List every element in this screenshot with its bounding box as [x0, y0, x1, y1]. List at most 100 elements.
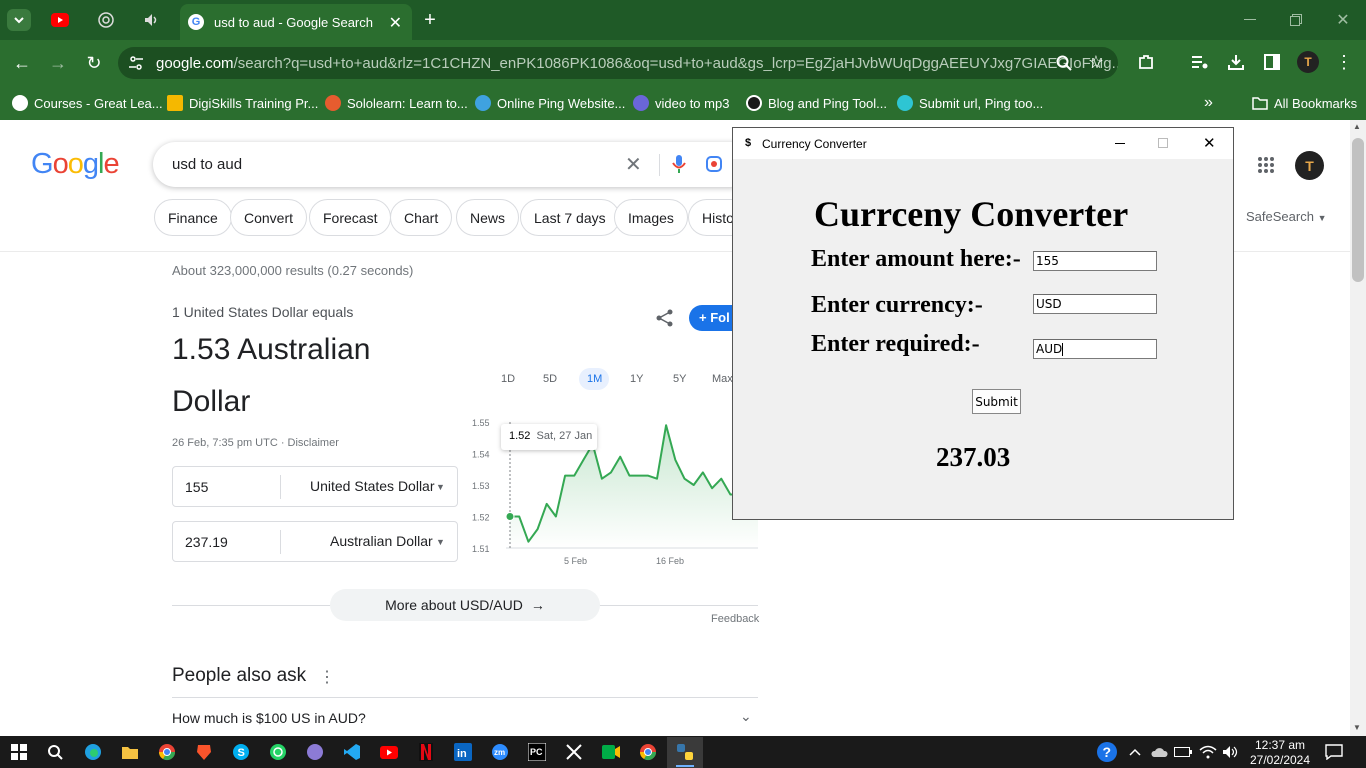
more-options-icon[interactable]: ⋮ — [319, 667, 335, 687]
dropdown-arrow-icon[interactable]: ▼ — [436, 537, 445, 547]
file-explorer-icon[interactable] — [117, 740, 143, 764]
minimize-icon[interactable] — [1240, 10, 1260, 30]
site-info-icon[interactable] — [128, 55, 144, 71]
chrome-taskbar-icon[interactable] — [154, 740, 180, 764]
bookmark-item[interactable]: Submit url, Ping too... — [897, 93, 1043, 113]
bookmark-star-icon[interactable]: ☆ — [1086, 52, 1106, 72]
youtube-taskbar-icon[interactable] — [376, 740, 402, 764]
bookmark-item[interactable]: Blog and Ping Tool... — [746, 93, 887, 113]
close-window-icon[interactable]: ✕ — [1333, 10, 1353, 30]
battery-icon[interactable] — [1170, 740, 1196, 764]
clear-search-icon[interactable]: ✕ — [625, 152, 642, 177]
chip-convert[interactable]: Convert — [230, 199, 308, 236]
media-controls-icon[interactable] — [1190, 52, 1210, 72]
youtube-tab-icon[interactable] — [47, 8, 73, 32]
paa-question[interactable]: How much is $100 US in AUD? — [172, 710, 366, 726]
forward-icon[interactable]: → — [48, 53, 68, 73]
windows-start-icon[interactable] — [6, 740, 32, 764]
profile-avatar-icon[interactable]: T — [1297, 51, 1319, 73]
range-max[interactable]: Max — [712, 373, 733, 385]
volume-icon[interactable] — [1218, 740, 1244, 764]
to-currency-select[interactable]: Australian Dollar — [330, 533, 433, 549]
range-1m[interactable]: 1M — [587, 373, 602, 385]
notification-icon[interactable] — [1321, 740, 1347, 764]
close-tab-icon[interactable]: ✕ — [389, 13, 402, 33]
more-about-button[interactable]: More about USD/AUD → — [330, 589, 600, 621]
required-entry[interactable]: AUD — [1033, 339, 1157, 359]
meet-icon[interactable] — [598, 740, 624, 764]
skype-icon[interactable]: S — [228, 740, 254, 764]
dialog-minimize-icon[interactable] — [1115, 143, 1125, 144]
range-1y[interactable]: 1Y — [630, 373, 643, 385]
clock-time[interactable]: 12:37 am — [1250, 738, 1310, 752]
range-5y[interactable]: 5Y — [673, 373, 686, 385]
restore-icon[interactable] — [1286, 10, 1306, 30]
app-icon[interactable] — [302, 740, 328, 764]
edge-icon[interactable] — [80, 740, 106, 764]
chip-last-7-days[interactable]: Last 7 days — [520, 199, 620, 236]
chrome-menu-icon[interactable]: ⋮ — [1334, 52, 1354, 72]
bookmark-item[interactable]: Courses - Great Lea... — [12, 93, 163, 113]
active-tab[interactable]: G usd to aud - Google Search ✕ — [180, 4, 412, 40]
dialog-close-icon[interactable]: ✕ — [1203, 134, 1216, 152]
pycharm-icon[interactable]: PC — [524, 740, 550, 764]
range-1d[interactable]: 1D — [501, 373, 515, 385]
scrollbar-thumb[interactable] — [1352, 138, 1364, 282]
chrome-taskbar-icon-2[interactable] — [635, 740, 661, 764]
extensions-icon[interactable] — [1136, 52, 1156, 72]
reload-icon[interactable]: ↻ — [84, 53, 104, 73]
from-amount-input[interactable]: 155 — [185, 479, 208, 495]
to-amount-input[interactable]: 237.19 — [185, 534, 228, 550]
feedback-link[interactable]: Feedback — [711, 613, 759, 625]
from-currency-select[interactable]: United States Dollar — [310, 478, 435, 494]
linkedin-icon[interactable]: in — [450, 740, 476, 764]
zoom-icon[interactable]: zm — [487, 740, 513, 764]
google-logo[interactable]: Google — [31, 148, 120, 181]
tab-search-icon[interactable] — [6, 8, 32, 32]
taskbar-search-icon[interactable] — [42, 740, 68, 764]
side-panel-icon[interactable] — [1262, 52, 1282, 72]
brave-icon[interactable] — [191, 740, 217, 764]
voice-search-icon[interactable] — [672, 154, 686, 174]
chevron-up-icon[interactable] — [1122, 740, 1148, 764]
range-5d[interactable]: 5D — [543, 373, 557, 385]
window-titlebar[interactable]: $ Currency Converter ✕ — [733, 128, 1233, 159]
zoom-search-icon[interactable] — [1054, 53, 1074, 73]
more-bookmarks-icon[interactable]: » — [1204, 93, 1213, 113]
google-apps-icon[interactable] — [1258, 157, 1274, 173]
netflix-icon[interactable] — [413, 740, 439, 764]
speaker-tab-icon[interactable] — [139, 8, 165, 32]
scroll-down-icon[interactable]: ▼ — [1353, 723, 1361, 732]
chip-history[interactable]: Histo — [688, 199, 732, 236]
vscode-icon[interactable] — [339, 740, 365, 764]
python-app-icon[interactable] — [672, 740, 698, 764]
chatgpt-tab-icon[interactable] — [93, 8, 119, 32]
safesearch-menu[interactable]: SafeSearch ▼ — [1246, 209, 1326, 224]
whatsapp-icon[interactable] — [265, 740, 291, 764]
lens-search-icon[interactable] — [705, 155, 723, 173]
search-query[interactable]: usd to aud — [172, 156, 242, 173]
chip-chart[interactable]: Chart — [390, 199, 453, 236]
search-box[interactable]: usd to aud ✕ — [153, 142, 753, 187]
x-twitter-icon[interactable] — [561, 740, 587, 764]
bookmark-item[interactable]: DigiSkills Training Pr... — [167, 93, 318, 113]
submit-button[interactable]: Submit — [972, 389, 1021, 414]
currency-entry[interactable]: USD — [1033, 294, 1157, 314]
download-icon[interactable] — [1226, 52, 1246, 72]
all-bookmarks[interactable]: All Bookmarks — [1252, 93, 1357, 113]
bookmark-item[interactable]: Online Ping Website... — [475, 93, 625, 113]
address-bar[interactable]: google.com/search?q=usd+to+aud&rlz=1C1CH… — [118, 47, 1118, 79]
chip-news[interactable]: News — [456, 199, 520, 236]
clock-date[interactable]: 27/02/2024 — [1244, 753, 1316, 767]
new-tab-icon[interactable]: + — [420, 8, 440, 32]
bookmark-item[interactable]: video to mp3 — [633, 93, 729, 113]
scroll-up-icon[interactable]: ▲ — [1353, 122, 1361, 131]
dropdown-arrow-icon[interactable]: ▼ — [436, 482, 445, 492]
chevron-down-icon[interactable]: ⌄ — [740, 708, 752, 725]
share-icon[interactable] — [655, 309, 675, 327]
chip-forecast[interactable]: Forecast — [309, 199, 392, 236]
bookmark-item[interactable]: Sololearn: Learn to... — [325, 93, 468, 113]
onedrive-icon[interactable] — [1146, 740, 1172, 764]
back-icon[interactable]: ← — [12, 53, 32, 73]
help-icon[interactable]: ? — [1096, 741, 1118, 763]
